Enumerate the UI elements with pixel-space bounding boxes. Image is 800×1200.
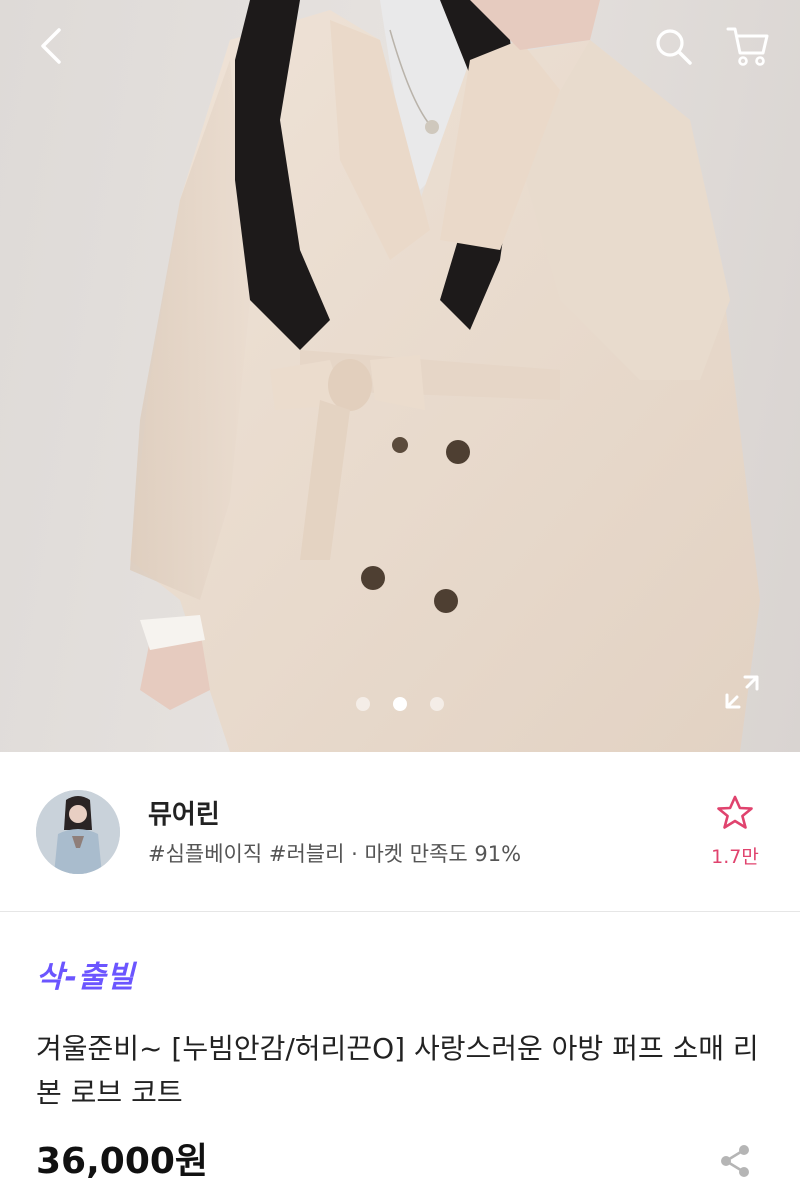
cart-button[interactable] (720, 18, 776, 74)
back-button[interactable] (22, 18, 78, 74)
cart-icon (726, 27, 769, 66)
expand-icon (725, 675, 759, 709)
pagination-dot[interactable] (430, 697, 444, 711)
favorite-store-button[interactable]: 1.7만 (700, 794, 770, 869)
expand-image-button[interactable] (716, 666, 768, 718)
product-price: 36,000원 (36, 1141, 209, 1182)
chevron-left-icon (41, 28, 61, 64)
pagination-dot-active[interactable] (393, 697, 407, 711)
share-button[interactable] (712, 1138, 758, 1184)
seller-name[interactable]: 뮤어린 (148, 794, 220, 831)
seller-tags-and-rating: #심플베이직 #러블리 · 마켓 만족도 91% (148, 842, 522, 866)
gallery-pagination (356, 697, 444, 711)
seller-avatar-image (36, 790, 120, 874)
favorite-count: 1.7만 (711, 846, 759, 868)
seller-avatar[interactable] (36, 790, 120, 874)
product-photo (130, 0, 760, 752)
seller-info[interactable]: 뮤어린 #심플베이직 #러블리 · 마켓 만족도 91% 1.7만 (0, 752, 800, 912)
star-outline-icon (717, 795, 753, 829)
product-title: 겨울준비~ [누빔안감/허리끈O] 사랑스러운 아방 퍼프 소매 리본 로브 코… (36, 1032, 759, 1109)
delivery-badge: 삭-출빌 (36, 960, 136, 995)
product-image-gallery[interactable] (0, 0, 800, 752)
search-icon (656, 29, 692, 65)
share-icon (721, 1145, 749, 1177)
search-button[interactable] (645, 18, 701, 74)
pagination-dot[interactable] (356, 697, 370, 711)
